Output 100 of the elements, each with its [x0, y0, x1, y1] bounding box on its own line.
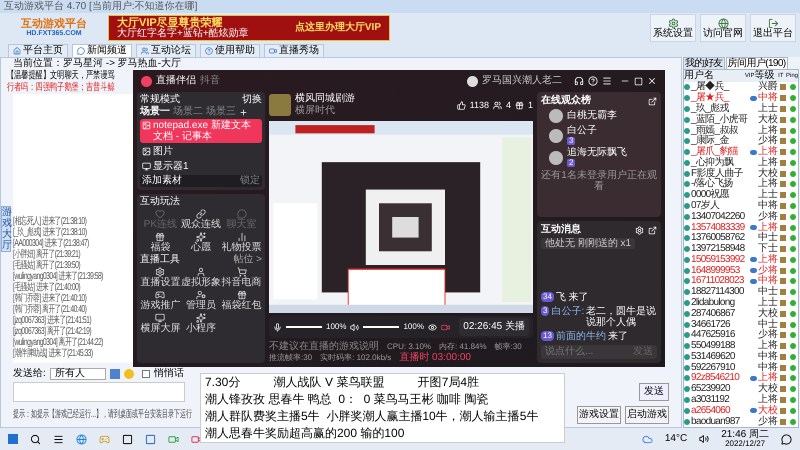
audience-name[interactable]: 追海无际飘飞: [567, 148, 627, 158]
tool-button[interactable]: 虚拟形象: [180, 267, 222, 288]
user-name[interactable]: _屠爪_豹猫: [691, 147, 749, 158]
nav-tab[interactable]: 使用帮助: [200, 44, 260, 57]
account-name[interactable]: 罗马国兴潮人老二: [482, 76, 562, 86]
tool-button[interactable]: 福袋红包: [221, 290, 262, 311]
tool-button[interactable]: 直播设置: [140, 267, 181, 288]
globe-icon[interactable]: [76, 434, 87, 444]
task-view-icon[interactable]: [53, 434, 64, 444]
tool-button[interactable]: 横屏大屏: [140, 313, 181, 334]
user-name[interactable]: 2lidabulong: [691, 298, 749, 308]
user-name[interactable]: a2654060: [691, 406, 749, 416]
notification-icon[interactable]: [781, 434, 792, 444]
scene-tab[interactable]: 场景二: [173, 107, 203, 117]
play-button[interactable]: 礼物投票: [221, 232, 262, 253]
nav-tab[interactable]: 直播秀场: [264, 44, 324, 57]
play-button[interactable]: 福袋: [140, 232, 181, 253]
user-name[interactable]: 550499188: [691, 341, 749, 352]
play-button[interactable]: 心愿: [180, 232, 222, 253]
source-item[interactable]: notepad.exe 新建文本文档 - 记事本: [140, 119, 262, 143]
video-icon[interactable]: [440, 322, 450, 332]
nav-tab[interactable]: 新闻频道: [72, 44, 132, 57]
banner-link[interactable]: 点这里办理大厅VIP: [294, 23, 381, 33]
user-name[interactable]: 13407042260: [691, 212, 749, 222]
user-name[interactable]: baoduan987: [691, 416, 749, 427]
header-button[interactable]: 退出平台: [750, 14, 796, 42]
mode-select[interactable]: 常规模式: [140, 95, 180, 105]
nav-tab[interactable]: 平台主页: [8, 44, 68, 57]
user-name[interactable]: 13972158948: [691, 244, 749, 254]
video-icon[interactable]: [191, 434, 202, 444]
source-item[interactable]: 显示器1: [140, 160, 262, 173]
game-button[interactable]: 游戏设置: [577, 406, 621, 424]
user-name[interactable]: _康际_金: [691, 136, 749, 146]
help-icon[interactable]: [588, 76, 598, 86]
user-tab[interactable]: 房间用户(190): [726, 57, 788, 69]
audience-name[interactable]: 白公子: [567, 126, 597, 136]
font-icon[interactable]: [110, 369, 120, 379]
more-link[interactable]: 帖位 >: [233, 255, 262, 265]
eye-icon[interactable]: [428, 322, 437, 332]
popout-icon[interactable]: [648, 96, 657, 106]
tool-button[interactable]: 游戏推广: [140, 290, 181, 311]
play-button[interactable]: 观众连线: [180, 209, 222, 230]
scene-tab[interactable]: 场景一: [140, 107, 170, 117]
user-name[interactable]: 0000祝愿: [691, 190, 749, 200]
user-name[interactable]: 13574083339: [691, 222, 749, 233]
video-icon[interactable]: [168, 434, 179, 444]
lock-button[interactable]: 锁定: [240, 176, 260, 186]
user-name[interactable]: 592267910: [691, 362, 749, 373]
game-button[interactable]: 启动游戏: [625, 406, 669, 424]
audience-name[interactable]: 白桃无霸李: [567, 111, 617, 121]
user-name[interactable]: _屠★兵_: [691, 93, 749, 104]
user-name[interactable]: a3031192: [691, 395, 749, 406]
nav-tab[interactable]: 互动论坛: [136, 44, 196, 57]
user-name[interactable]: F影度人曲子: [691, 168, 749, 179]
mic-icon[interactable]: [273, 322, 282, 332]
start-icon[interactable]: [8, 434, 18, 444]
user-name[interactable]: _玖_彪戎: [691, 104, 749, 114]
headphones-icon[interactable]: [574, 76, 584, 86]
app-icon[interactable]: [122, 434, 133, 444]
user-name[interactable]: -/落心飞扬: [691, 179, 749, 190]
user-name[interactable]: 13760058762: [691, 233, 749, 244]
user-name[interactable]: _雨嫣_叔叔: [691, 126, 749, 136]
account-avatar[interactable]: [467, 76, 478, 86]
add-source-button[interactable]: 添加素材: [142, 176, 182, 186]
user-name[interactable]: 34661726: [691, 320, 749, 330]
menu-icon[interactable]: [602, 76, 612, 86]
whisper-checkbox[interactable]: [142, 370, 150, 378]
header-button[interactable]: 访问官网: [700, 14, 746, 42]
user-name[interactable]: _蓝陌_小虎哥: [691, 114, 749, 125]
chat-user[interactable]: 白公子:: [551, 306, 584, 317]
vip-banner[interactable]: 大厅VIP尽显尊贵荣耀 大厅红字名字+蓝钻+酷炫勋章 点这里办理大厅VIP: [108, 15, 390, 41]
chat-user[interactable]: 前面的牛约: [556, 331, 606, 342]
user-name[interactable]: 287406867: [691, 308, 749, 319]
user-name[interactable]: 16711028023: [691, 276, 749, 286]
side-tab[interactable]: 游戏大厅: [1, 206, 11, 252]
user-name[interactable]: 1648999953: [691, 266, 749, 276]
source-item[interactable]: 图片: [140, 145, 262, 158]
settings-icon[interactable]: [635, 226, 644, 234]
speaker-icon[interactable]: [350, 322, 360, 332]
close-icon[interactable]: [647, 76, 657, 86]
recipient-select[interactable]: 所有人: [50, 368, 106, 380]
popout-icon[interactable]: [648, 226, 657, 234]
tool-button[interactable]: 小程序: [180, 313, 222, 334]
user-name[interactable]: 65239920: [691, 384, 749, 394]
user-name[interactable]: _心抑为飘: [691, 158, 749, 168]
end-stream-button[interactable]: 02:26:45 关播: [459, 318, 529, 336]
message-input[interactable]: [13, 382, 185, 402]
user-name[interactable]: 531469620: [691, 352, 749, 362]
footer-note[interactable]: 不建议在直播的游戏说明: [269, 341, 379, 352]
user-name[interactable]: 18827114300: [691, 287, 749, 298]
tool-button[interactable]: 抖音电商: [221, 267, 262, 288]
user-name[interactable]: 92z8546210: [691, 373, 749, 384]
user-name[interactable]: _屠◆兵_: [691, 82, 749, 92]
send-button[interactable]: 发送: [639, 383, 669, 401]
tool-button[interactable]: 管理员: [180, 290, 222, 311]
add-icon[interactable]: [239, 108, 248, 116]
user-name[interactable]: 07岁人: [691, 200, 749, 211]
scene-tab[interactable]: 场景三: [206, 107, 236, 117]
switch-button[interactable]: 切换: [242, 95, 262, 105]
header-button[interactable]: 系统设置: [650, 14, 696, 42]
